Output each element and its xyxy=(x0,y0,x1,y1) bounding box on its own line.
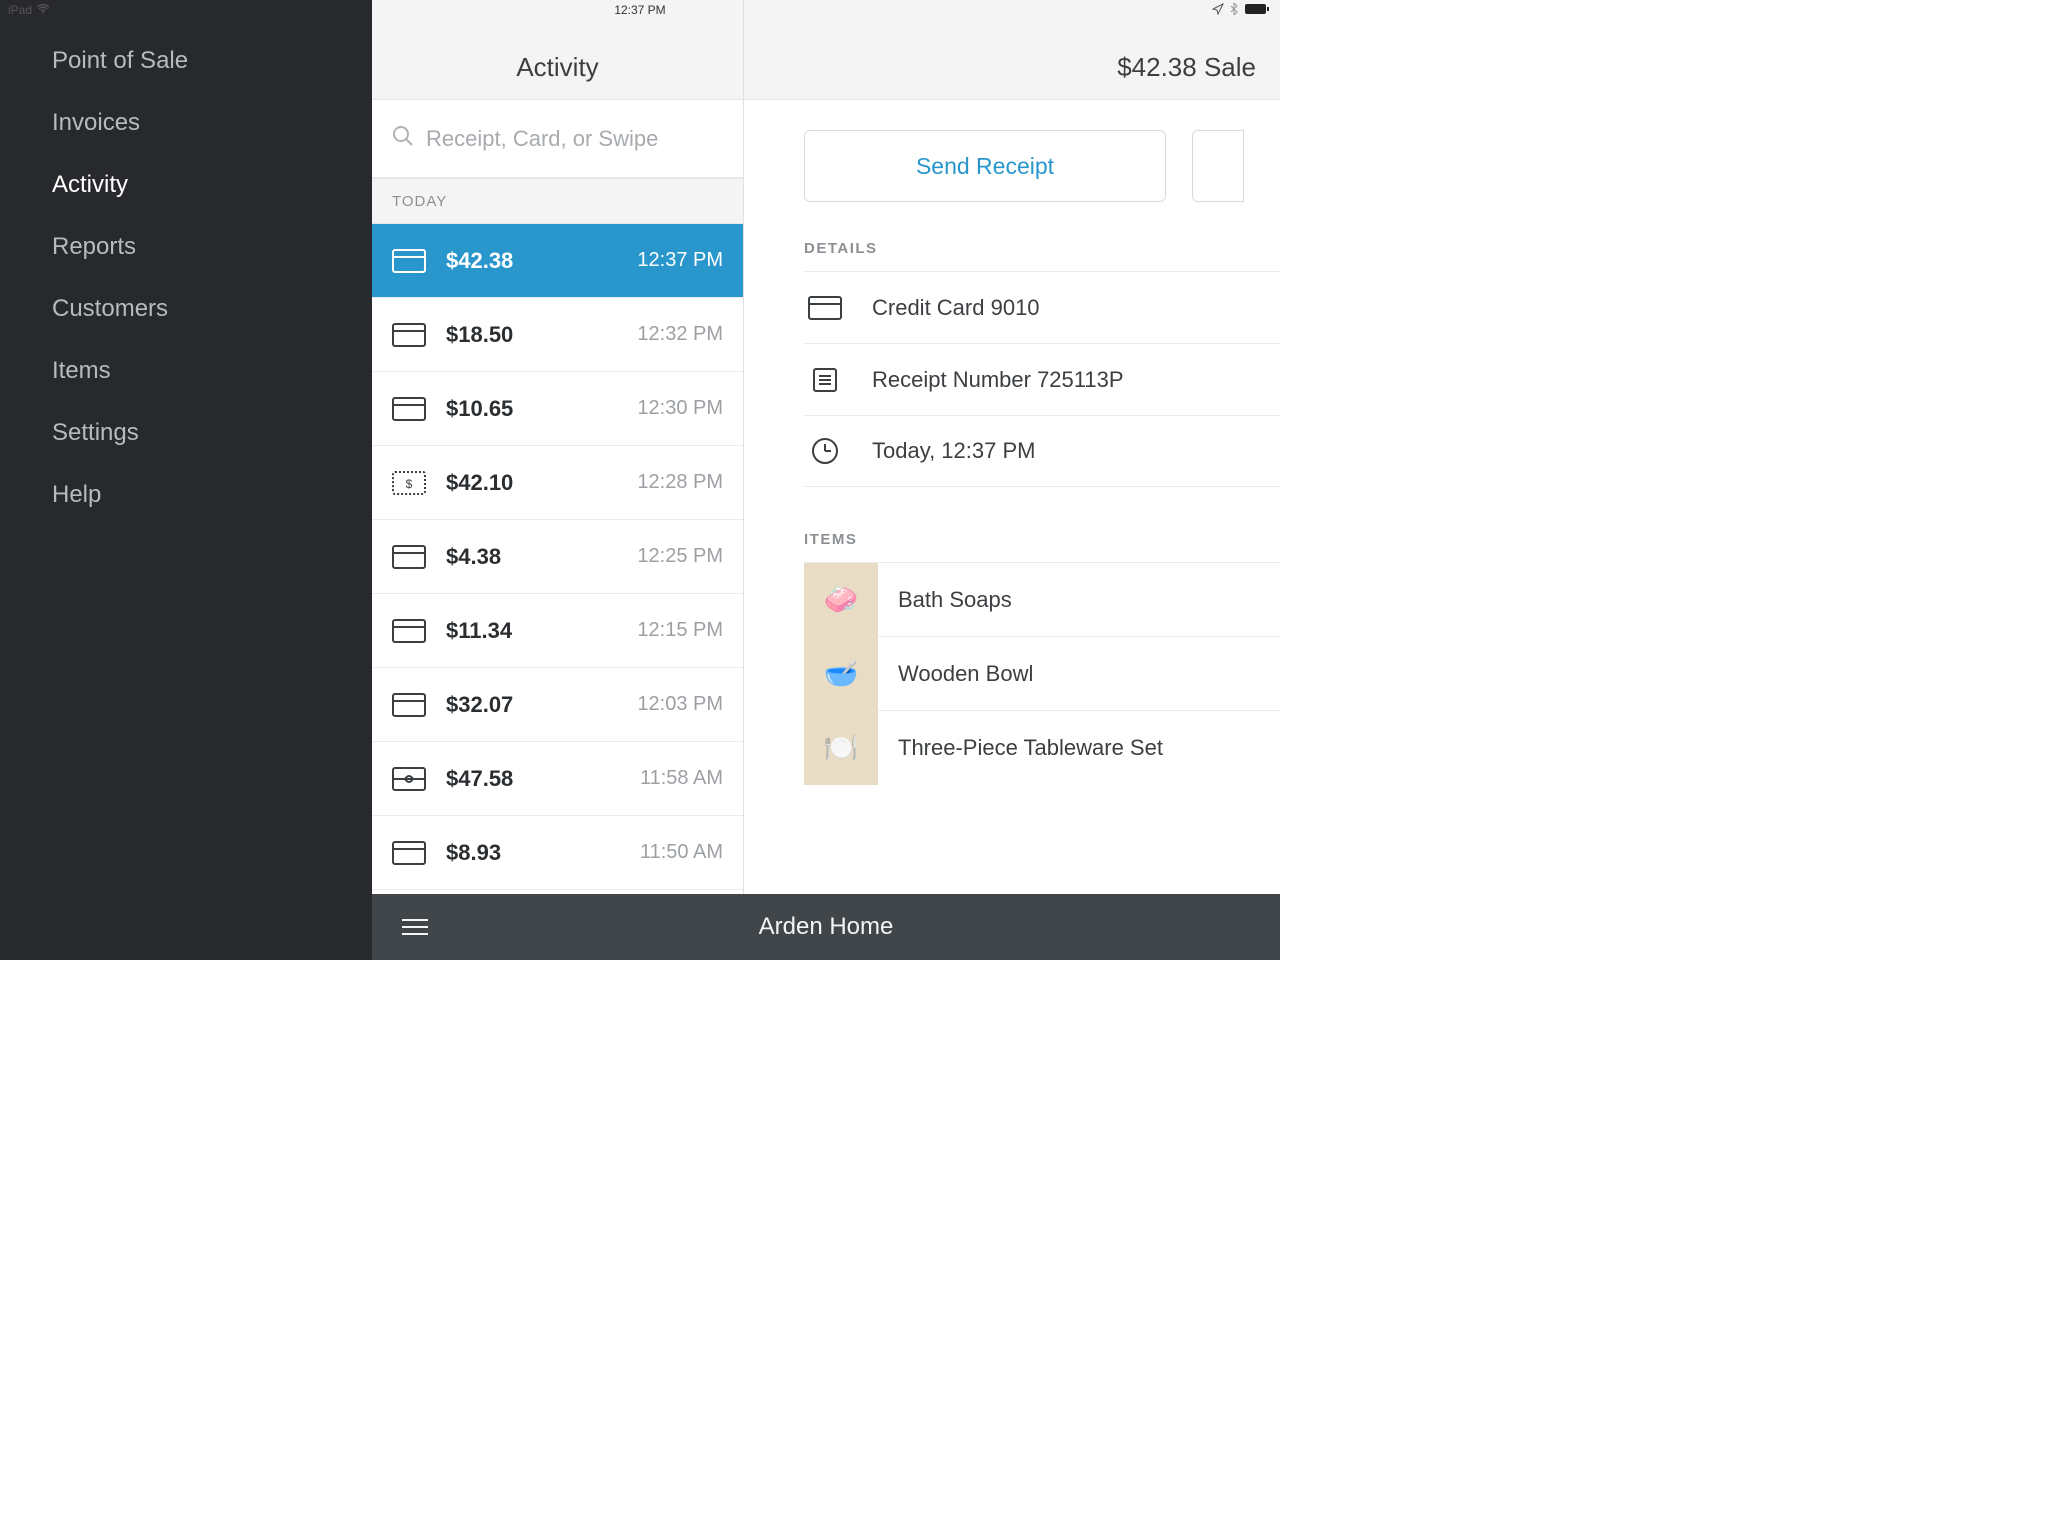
transaction-amount: $10.65 xyxy=(446,396,637,422)
sale-detail-column: $42.38 Sale Send Receipt DETAILS Credit … xyxy=(744,0,1280,960)
sidebar-item-help[interactable]: Help xyxy=(0,464,372,526)
sidebar-item-items[interactable]: Items xyxy=(0,340,372,402)
card-icon xyxy=(392,841,426,865)
transaction-row[interactable]: $32.0712:03 PM xyxy=(372,668,743,742)
transaction-amount: $32.07 xyxy=(446,692,637,718)
battery-icon xyxy=(1244,3,1270,18)
card-icon xyxy=(392,619,426,643)
transaction-row[interactable]: $ $42.1012:28 PM xyxy=(372,446,743,520)
bluetooth-icon xyxy=(1230,2,1238,19)
card-icon xyxy=(392,693,426,717)
transaction-time: 12:30 PM xyxy=(637,397,723,420)
transaction-amount: $47.58 xyxy=(446,766,640,792)
item-row[interactable]: 🧼 Bath Soaps xyxy=(804,562,1280,636)
cash-icon: $ xyxy=(392,471,426,495)
transaction-time: 12:15 PM xyxy=(637,619,723,642)
transaction-amount: $42.38 xyxy=(446,248,637,274)
sidebar-item-invoices[interactable]: Invoices xyxy=(0,92,372,154)
svg-text:$: $ xyxy=(406,477,413,491)
gift-icon xyxy=(392,767,426,791)
transaction-row[interactable]: $18.5012:32 PM xyxy=(372,298,743,372)
item-row[interactable]: 🥣 Wooden Bowl xyxy=(804,636,1280,710)
activity-column: Activity TODAY $42.3812:37 PM$18.5012:32… xyxy=(372,0,744,960)
card-icon xyxy=(392,545,426,569)
transaction-amount: $18.50 xyxy=(446,322,637,348)
transaction-row[interactable]: $42.3812:37 PM xyxy=(372,224,743,298)
sidebar-item-settings[interactable]: Settings xyxy=(0,402,372,464)
card-icon xyxy=(392,249,426,273)
transaction-time: 12:32 PM xyxy=(637,323,723,346)
transaction-list: $42.3812:37 PM$18.5012:32 PM$10.6512:30 … xyxy=(372,224,743,960)
search-icon xyxy=(392,125,414,152)
transaction-row[interactable]: $10.6512:30 PM xyxy=(372,372,743,446)
sidebar: Point of SaleInvoicesActivityReportsCust… xyxy=(0,0,372,960)
transaction-amount: $8.93 xyxy=(446,840,640,866)
transaction-row[interactable]: $4.3812:25 PM xyxy=(372,520,743,594)
transaction-amount: $4.38 xyxy=(446,544,637,570)
status-time: 12:37 PM xyxy=(614,3,665,17)
clock-icon xyxy=(808,434,842,468)
detail-row: Today, 12:37 PM xyxy=(804,415,1280,487)
item-thumbnail: 🧼 xyxy=(804,563,878,637)
menu-icon[interactable] xyxy=(372,919,432,935)
status-bar: iPad 12:37 PM xyxy=(0,0,1280,20)
search-row[interactable] xyxy=(372,100,743,178)
item-row[interactable]: 🍽️ Three-Piece Tableware Set xyxy=(804,710,1280,784)
store-name: Arden Home xyxy=(432,913,1280,941)
card-icon xyxy=(808,291,842,325)
item-name: Three-Piece Tableware Set xyxy=(898,735,1163,761)
transaction-time: 12:03 PM xyxy=(637,693,723,716)
secondary-action-button[interactable] xyxy=(1192,130,1244,202)
transaction-amount: $11.34 xyxy=(446,618,637,644)
transaction-row[interactable]: $11.3412:15 PM xyxy=(372,594,743,668)
detail-text: Receipt Number 725113P xyxy=(872,367,1124,393)
wifi-icon xyxy=(36,3,50,17)
search-input[interactable] xyxy=(426,126,723,152)
transaction-time: 12:37 PM xyxy=(637,249,723,272)
item-name: Wooden Bowl xyxy=(898,661,1033,687)
transaction-row[interactable]: $47.5811:58 AM xyxy=(372,742,743,816)
item-thumbnail: 🥣 xyxy=(804,637,878,711)
action-row: Send Receipt xyxy=(744,100,1280,232)
item-name: Bath Soaps xyxy=(898,587,1012,613)
transaction-time: 12:25 PM xyxy=(637,545,723,568)
sidebar-item-customers[interactable]: Customers xyxy=(0,278,372,340)
items-title: ITEMS xyxy=(744,523,1280,562)
transaction-time: 12:28 PM xyxy=(637,471,723,494)
send-receipt-button[interactable]: Send Receipt xyxy=(804,130,1166,202)
transaction-row[interactable]: $8.9311:50 AM xyxy=(372,816,743,890)
bottom-bar: Arden Home xyxy=(372,894,1280,960)
transaction-amount: $42.10 xyxy=(446,470,637,496)
item-thumbnail: 🍽️ xyxy=(804,711,878,785)
device-label: iPad xyxy=(8,3,32,17)
details-title: DETAILS xyxy=(744,232,1280,271)
today-label: TODAY xyxy=(372,178,743,224)
sidebar-item-reports[interactable]: Reports xyxy=(0,216,372,278)
card-icon xyxy=(392,397,426,421)
detail-text: Today, 12:37 PM xyxy=(872,438,1035,464)
receipt-icon xyxy=(808,363,842,397)
sidebar-item-point-of-sale[interactable]: Point of Sale xyxy=(0,30,372,92)
detail-row: Credit Card 9010 xyxy=(804,271,1280,343)
location-icon xyxy=(1212,3,1224,18)
sidebar-item-activity[interactable]: Activity xyxy=(0,154,372,216)
detail-text: Credit Card 9010 xyxy=(872,295,1040,321)
detail-row: Receipt Number 725113P xyxy=(804,343,1280,415)
transaction-time: 11:50 AM xyxy=(640,841,723,864)
card-icon xyxy=(392,323,426,347)
transaction-time: 11:58 AM xyxy=(640,767,723,790)
